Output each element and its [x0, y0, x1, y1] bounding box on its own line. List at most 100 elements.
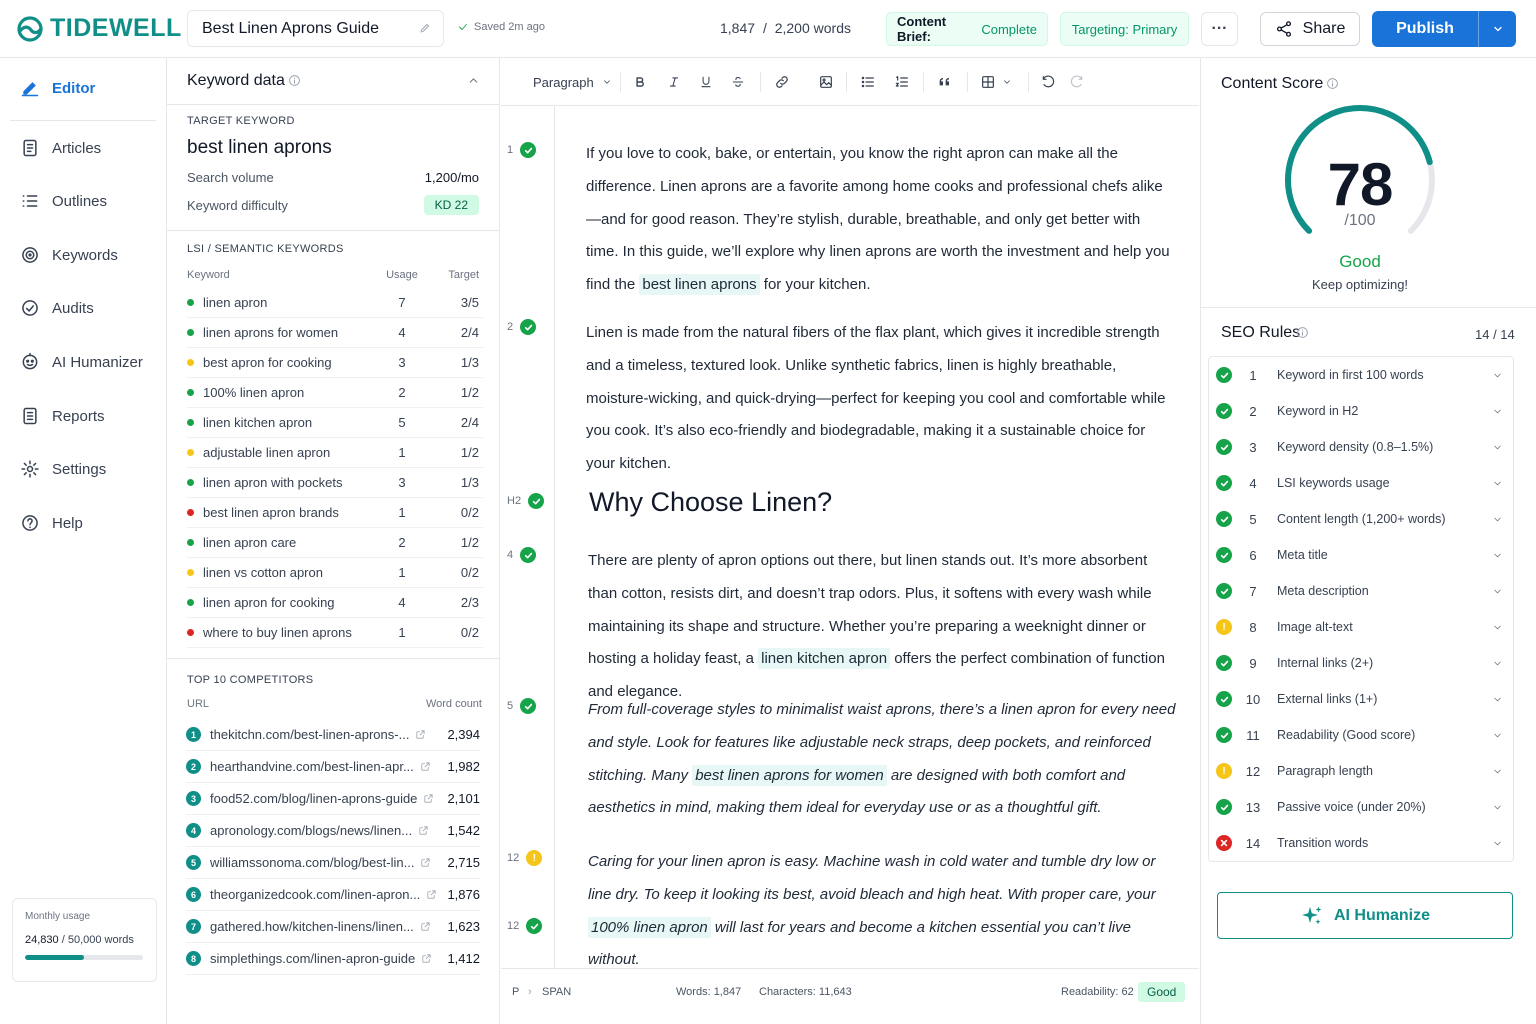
- sidebar-item-ai-humanizer[interactable]: AI Humanizer: [20, 352, 143, 372]
- keyword-highlight[interactable]: 100% linen apron: [588, 916, 711, 938]
- competitor-row[interactable]: 6 theorganizedcook.com/linen-apron... 1,87…: [186, 879, 480, 911]
- competitor-url-cell[interactable]: williamssonoma.com/blog/best-lin...: [210, 855, 440, 870]
- sidebar-item-settings[interactable]: Settings: [20, 459, 106, 479]
- chevron-down-icon[interactable]: [1492, 622, 1503, 633]
- competitor-url-cell[interactable]: apronology.com/blogs/news/linen...: [210, 823, 440, 838]
- chevron-down-icon[interactable]: [1492, 694, 1503, 705]
- lsi-keyword-row[interactable]: linen aprons for women 4 2/4: [187, 318, 483, 348]
- competitor-row[interactable]: 2 hearthandvine.com/best-linen-apr... 1,98…: [186, 751, 480, 783]
- path-p[interactable]: P: [512, 986, 519, 998]
- undo-button[interactable]: [1040, 58, 1056, 106]
- chevron-down-icon[interactable]: [1492, 550, 1503, 561]
- lsi-keyword-row[interactable]: linen apron with pockets 3 1/3: [187, 468, 483, 498]
- chevron-down-icon[interactable]: [1492, 730, 1503, 741]
- gutter-marker[interactable]: H2: [507, 493, 545, 509]
- seo-rule-row[interactable]: 13 Passive voice (under 20%): [1208, 789, 1514, 825]
- seo-rule-row[interactable]: 2 Keyword in H2: [1208, 393, 1514, 429]
- document-title-input[interactable]: Best Linen Aprons Guide: [187, 10, 444, 47]
- strikethrough-button[interactable]: [731, 58, 745, 106]
- redo-button[interactable]: [1069, 58, 1085, 106]
- keyword-highlight[interactable]: linen kitchen apron: [758, 648, 891, 670]
- gutter-marker[interactable]: 12!: [507, 850, 543, 866]
- seo-rule-row[interactable]: 9 Internal links (2+): [1208, 645, 1514, 681]
- quote-button[interactable]: [937, 58, 953, 106]
- lsi-keyword-row[interactable]: linen apron for cooking 4 2/3: [187, 588, 483, 618]
- seo-rule-row[interactable]: 11 Readability (Good score): [1208, 717, 1514, 753]
- paragraph-4[interactable]: From full-coverage styles to minimalist …: [588, 694, 1178, 825]
- chevron-down-icon[interactable]: [1492, 586, 1503, 597]
- seo-rule-row[interactable]: ! 8 Image alt-text: [1208, 609, 1514, 645]
- sidebar-item-editor[interactable]: Editor: [20, 78, 95, 98]
- lsi-keyword-row[interactable]: linen apron 7 3/5: [187, 288, 483, 318]
- competitor-url-cell[interactable]: gathered.how/kitchen-linens/linen...: [210, 919, 440, 934]
- lsi-keyword-row[interactable]: best linen apron brands 1 0/2: [187, 498, 483, 528]
- seo-rule-row[interactable]: ! 12 Paragraph length: [1208, 753, 1514, 789]
- lsi-keyword-row[interactable]: linen vs cotton apron 1 0/2: [187, 558, 483, 588]
- competitor-url-cell[interactable]: hearthandvine.com/best-linen-apr...: [210, 759, 440, 774]
- paragraph-2[interactable]: Linen is made from the natural fibers of…: [586, 317, 1176, 481]
- seo-rule-row[interactable]: 7 Meta description: [1208, 573, 1514, 609]
- seo-rule-row[interactable]: 1 Keyword in first 100 words: [1208, 357, 1514, 393]
- info-icon[interactable]: [1296, 326, 1309, 339]
- chevron-down-icon[interactable]: [1492, 514, 1503, 525]
- sidebar-item-outlines[interactable]: Outlines: [20, 191, 107, 211]
- ai-humanize-button[interactable]: AI Humanize: [1217, 892, 1513, 939]
- gutter-marker[interactable]: 1: [507, 142, 537, 158]
- underline-button[interactable]: [699, 58, 713, 106]
- publish-button[interactable]: Publish: [1372, 11, 1516, 47]
- competitor-row[interactable]: 8 simplethings.com/linen-apron-guide 1,412: [186, 943, 480, 975]
- keyword-highlight[interactable]: best linen aprons for women: [692, 764, 887, 786]
- lsi-keyword-row[interactable]: best apron for cooking 3 1/3: [187, 348, 483, 378]
- heading-h2[interactable]: Why Choose Linen?: [589, 487, 832, 518]
- image-button[interactable]: [818, 58, 834, 106]
- path-span[interactable]: SPAN: [542, 986, 571, 998]
- lsi-keyword-row[interactable]: where to buy linen aprons 1 0/2: [187, 618, 483, 648]
- lsi-keyword-row[interactable]: linen apron care 2 1/2: [187, 528, 483, 558]
- seo-rule-row[interactable]: 5 Content length (1,200+ words): [1208, 501, 1514, 537]
- seo-rule-row[interactable]: 6 Meta title: [1208, 537, 1514, 573]
- competitor-url-cell[interactable]: simplethings.com/linen-apron-guide: [210, 951, 440, 966]
- gutter-marker[interactable]: 12: [507, 918, 543, 934]
- seo-rule-row[interactable]: 10 External links (1+): [1208, 681, 1514, 717]
- link-button[interactable]: [774, 58, 790, 106]
- competitor-row[interactable]: 7 gathered.how/kitchen-linens/linen... 1,6…: [186, 911, 480, 943]
- lsi-keyword-row[interactable]: 100% linen apron 2 1/2: [187, 378, 483, 408]
- seo-rule-row[interactable]: 14 Transition words: [1208, 825, 1514, 861]
- gutter-marker[interactable]: 4: [507, 547, 537, 563]
- competitor-url-cell[interactable]: food52.com/blog/linen-aprons-guide: [210, 791, 440, 806]
- table-button[interactable]: [980, 58, 1012, 106]
- competitor-url-cell[interactable]: thekitchn.com/best-linen-aprons-...: [210, 727, 440, 742]
- chevron-down-icon[interactable]: [1492, 478, 1503, 489]
- chevron-down-icon[interactable]: [1492, 766, 1503, 777]
- chevron-down-icon[interactable]: [1492, 658, 1503, 669]
- competitor-row[interactable]: 1 thekitchn.com/best-linen-aprons-... 2,39…: [186, 719, 480, 751]
- sidebar-item-help[interactable]: Help: [20, 513, 83, 533]
- editor-content[interactable]: If you love to cook, bake, or entertain,…: [556, 106, 1199, 968]
- bullet-list-button[interactable]: [860, 58, 876, 106]
- chevron-down-icon[interactable]: [1492, 838, 1503, 849]
- lsi-keyword-row[interactable]: linen kitchen apron 5 2/4: [187, 408, 483, 438]
- sidebar-item-keywords[interactable]: Keywords: [20, 245, 118, 265]
- paragraph-3[interactable]: There are plenty of apron options out th…: [588, 545, 1178, 709]
- chevron-down-icon[interactable]: [1492, 406, 1503, 417]
- sidebar-item-reports[interactable]: Reports: [20, 406, 105, 426]
- content-brief-pill[interactable]: Content Brief: Complete: [886, 12, 1048, 46]
- block-type-select[interactable]: Paragraph: [533, 58, 612, 106]
- italic-button[interactable]: [667, 58, 681, 106]
- lsi-keyword-row[interactable]: adjustable linen apron 1 1/2: [187, 438, 483, 468]
- share-button[interactable]: Share: [1260, 12, 1360, 46]
- info-icon[interactable]: [1326, 77, 1339, 90]
- paragraph-1[interactable]: If you love to cook, bake, or entertain,…: [586, 138, 1176, 302]
- chevron-down-icon[interactable]: [1492, 370, 1503, 381]
- publish-dropdown-toggle[interactable]: [1479, 23, 1516, 35]
- seo-rule-row[interactable]: 3 Keyword density (0.8–1.5%): [1208, 429, 1514, 465]
- competitor-row[interactable]: 3 food52.com/blog/linen-aprons-guide 2,101: [186, 783, 480, 815]
- numbered-list-button[interactable]: [894, 58, 910, 106]
- sidebar-item-audits[interactable]: Audits: [20, 298, 94, 318]
- keyword-highlight[interactable]: best linen aprons: [639, 274, 760, 296]
- chevron-up-icon[interactable]: [467, 74, 480, 87]
- competitor-url-cell[interactable]: theorganizedcook.com/linen-apron...: [210, 887, 440, 902]
- brand-logo[interactable]: TIDEWELL: [16, 14, 182, 43]
- seo-rule-row[interactable]: 4 LSI keywords usage: [1208, 465, 1514, 501]
- chevron-down-icon[interactable]: [1492, 802, 1503, 813]
